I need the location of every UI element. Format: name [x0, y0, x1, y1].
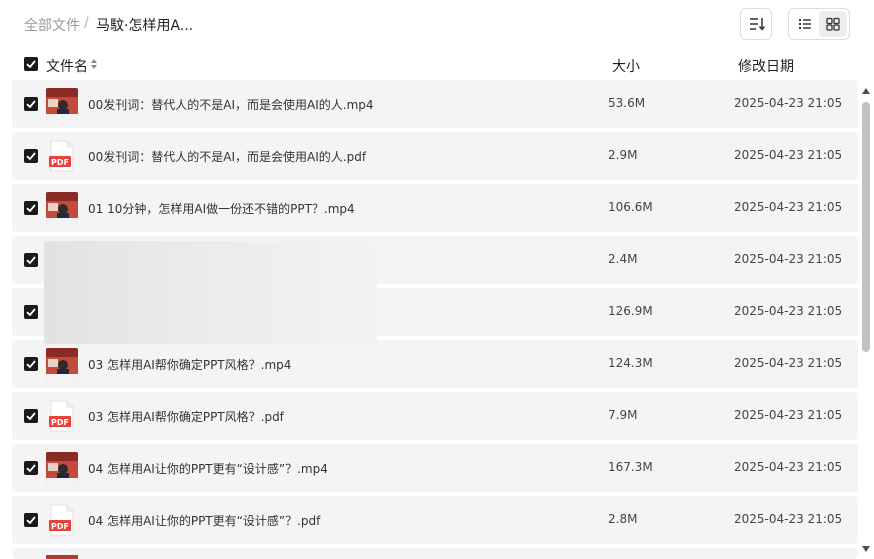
breadcrumb-root[interactable]: 全部文件 — [24, 15, 80, 35]
video-thumbnail — [46, 452, 78, 484]
check-icon — [26, 60, 36, 69]
file-size: 124.3M — [608, 356, 653, 370]
file-modified-date: 2025-04-23 21:05 — [734, 252, 843, 266]
check-icon — [26, 464, 36, 473]
top-bar: 全部文件 / 马馼·怎样用A... — [0, 0, 874, 48]
svg-text:PDF: PDF — [51, 158, 69, 167]
name-column-header[interactable]: 文件名 — [46, 56, 88, 76]
table-row[interactable]: 03 怎样用AI帮你确定PPT风格？.mp4 124.3M 2025-04-23 2… — [12, 340, 858, 388]
file-modified-date: 2025-04-23 21:05 — [734, 512, 843, 526]
scroll-down-arrow-icon[interactable] — [861, 544, 871, 554]
table-row[interactable]: 00发刊词：替代人的不是AI，而是会使用AI的人.mp4 53.6M 2025-04… — [12, 80, 858, 128]
blurred-region — [44, 241, 377, 344]
table-row[interactable]: PDF 04 怎样用AI让你的PPT更有“设计感”？.pdf 2.8M 2025-04… — [12, 496, 858, 544]
video-thumbnail — [46, 348, 78, 380]
file-size: 53.6M — [608, 96, 646, 110]
svg-text:PDF: PDF — [51, 522, 69, 531]
pdf-file-icon: PDF — [46, 140, 78, 172]
table-row[interactable]: 04 怎样用AI让你的PPT更有“设计感”？.mp4 167.3M 2025-04-… — [12, 444, 858, 492]
check-icon — [26, 204, 36, 213]
check-icon — [26, 256, 36, 265]
video-thumbnail — [46, 555, 78, 559]
file-size: 2.8M — [608, 512, 638, 526]
row-checkbox[interactable] — [24, 201, 38, 215]
check-icon — [26, 360, 36, 369]
file-modified-date: 2025-04-23 21:05 — [734, 460, 843, 474]
file-size: 126.9M — [608, 304, 653, 318]
file-size: 106.6M — [608, 200, 653, 214]
check-icon — [26, 308, 36, 317]
row-checkbox[interactable] — [24, 357, 38, 371]
scrollbar-thumb[interactable] — [862, 102, 870, 352]
view-toggle — [788, 8, 850, 40]
check-icon — [26, 516, 36, 525]
breadcrumb-current: 马馼·怎样用A... — [96, 18, 194, 34]
breadcrumb-separator: / — [84, 15, 89, 31]
scroll-up-arrow-icon[interactable] — [861, 86, 871, 96]
file-name[interactable]: 03 怎样用AI帮你确定PPT风格？.mp4 — [88, 356, 291, 373]
pdf-file-icon: PDF — [46, 504, 78, 536]
video-thumbnail — [46, 88, 78, 120]
file-name[interactable]: 01 10分钟，怎样用AI做一份还不错的PPT？.mp4 — [88, 200, 355, 217]
sort-icon — [750, 18, 766, 31]
svg-text:PDF: PDF — [51, 418, 69, 427]
size-column-header[interactable]: 大小 — [612, 56, 640, 76]
list-view-button[interactable] — [791, 11, 819, 37]
table-row-partial[interactable] — [12, 548, 858, 559]
sort-toggle-icon[interactable] — [90, 58, 98, 70]
file-modified-date: 2025-04-23 21:05 — [734, 408, 843, 422]
table-row[interactable]: 01 10分钟，怎样用AI做一份还不错的PPT？.mp4 106.6M 2025-0… — [12, 184, 858, 232]
table-row[interactable]: PDF 03 怎样用AI帮你确定PPT风格？.pdf 7.9M 2025-04-23 … — [12, 392, 858, 440]
select-all-checkbox[interactable] — [24, 57, 38, 71]
row-checkbox[interactable] — [24, 461, 38, 475]
row-checkbox[interactable] — [24, 149, 38, 163]
file-modified-date: 2025-04-23 21:05 — [734, 304, 843, 318]
file-size: 167.3M — [608, 460, 653, 474]
row-checkbox[interactable] — [24, 513, 38, 527]
check-icon — [26, 152, 36, 161]
sort-button[interactable] — [740, 8, 772, 40]
pdf-file-icon: PDF — [46, 400, 78, 432]
file-size: 7.9M — [608, 408, 638, 422]
check-icon — [26, 100, 36, 109]
row-checkbox[interactable] — [24, 97, 38, 111]
file-modified-date: 2025-04-23 21:05 — [734, 200, 843, 214]
file-name[interactable]: 00发刊词：替代人的不是AI，而是会使用AI的人.mp4 — [88, 96, 374, 113]
column-header: 文件名 大小 修改日期 — [0, 48, 874, 80]
table-row[interactable]: PDF 00发刊词：替代人的不是AI，而是会使用AI的人.pdf 2.9M 2025-… — [12, 132, 858, 180]
video-thumbnail — [46, 192, 78, 224]
grid-view-button[interactable] — [819, 11, 847, 37]
row-checkbox[interactable] — [24, 305, 38, 319]
file-modified-date: 2025-04-23 21:05 — [734, 148, 843, 162]
grid-icon — [826, 17, 840, 31]
file-modified-date: 2025-04-23 21:05 — [734, 96, 843, 110]
date-column-header[interactable]: 修改日期 — [738, 56, 794, 76]
list-icon — [799, 19, 811, 29]
row-checkbox[interactable] — [24, 409, 38, 423]
row-checkbox[interactable] — [24, 253, 38, 267]
file-size: 2.4M — [608, 252, 638, 266]
file-name[interactable]: 00发刊词：替代人的不是AI，而是会使用AI的人.pdf — [88, 148, 366, 165]
check-icon — [26, 412, 36, 421]
file-name[interactable]: 04 怎样用AI让你的PPT更有“设计感”？.mp4 — [88, 460, 328, 477]
file-name[interactable]: 03 怎样用AI帮你确定PPT风格？.pdf — [88, 408, 284, 425]
file-name[interactable]: 04 怎样用AI让你的PPT更有“设计感”？.pdf — [88, 512, 320, 529]
file-modified-date: 2025-04-23 21:05 — [734, 356, 843, 370]
file-size: 2.9M — [608, 148, 638, 162]
